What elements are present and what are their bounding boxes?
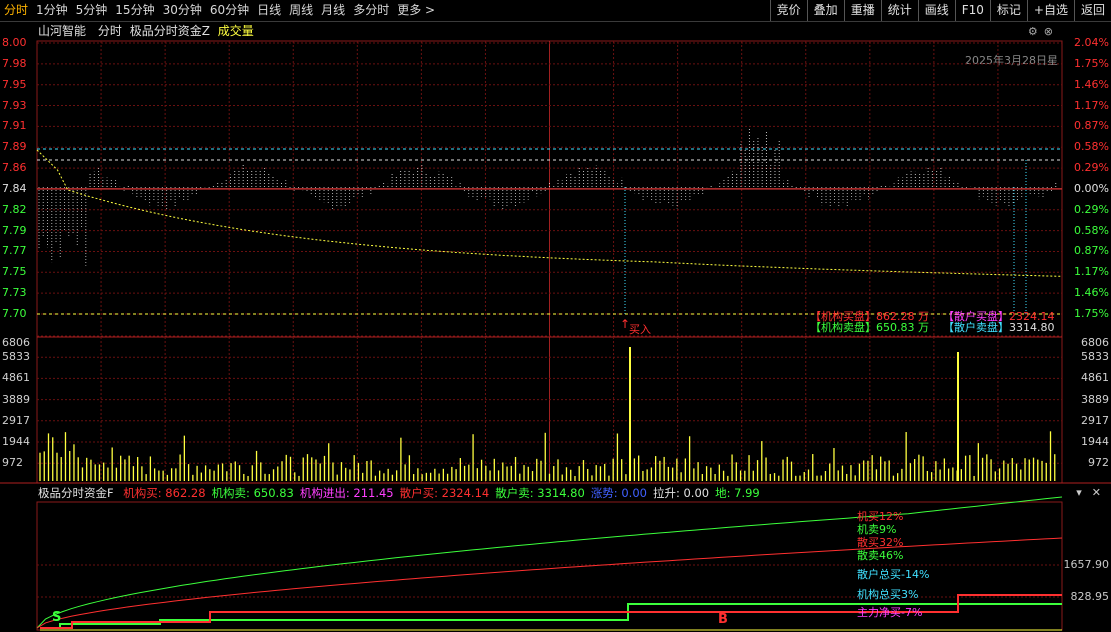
buy-marker-label: 买入	[629, 323, 651, 336]
percent-tick: 0.58%	[1074, 223, 1109, 237]
percent-tick: 0.58%	[1074, 140, 1109, 154]
retail-sell-pct: 散卖46%	[857, 549, 904, 562]
volume-tick: 6806	[1081, 336, 1109, 349]
price-tick: 7.84	[2, 181, 27, 195]
retail-sell-summary: 【散户卖盘】3314.80	[943, 319, 1055, 335]
retail-sell-label: 【散户卖盘】	[943, 321, 1009, 334]
volume-tick: 4861	[1081, 371, 1109, 385]
indicator-title[interactable]: 极品分时资金F	[38, 486, 114, 500]
percent-tick: 0.87%	[1074, 119, 1109, 133]
indicator-value-3: 散户买: 2324.14	[399, 486, 490, 500]
percent-tick: 0.00%	[1074, 181, 1109, 195]
price-tick: 7.70	[2, 307, 27, 320]
price-tick: 7.95	[2, 77, 27, 91]
volume-tick: 3889	[2, 392, 30, 406]
volume-tick: 972	[2, 456, 23, 470]
indicator-value-2: 机构进出: 211.45	[299, 486, 394, 500]
price-tick: 7.75	[2, 265, 27, 279]
indicator-axis-label: 828.95	[1070, 590, 1110, 603]
main-net-buy: 主力净买-7%	[857, 606, 923, 619]
indicator-value-1: 机构卖: 650.83	[211, 486, 294, 500]
inst-sell-summary: 【机构卖盘】650.83 万	[810, 319, 929, 335]
price-tick: 7.79	[2, 223, 27, 237]
indicator-value-0: 机构买: 862.28	[123, 486, 206, 500]
price-tick: 7.82	[2, 202, 27, 216]
volume-tick: 6806	[2, 336, 30, 349]
percent-tick: 1.75%	[1074, 307, 1109, 320]
volume-tick: 972	[1088, 456, 1109, 470]
percent-tick: 1.17%	[1074, 265, 1109, 279]
inst-sell-label: 【机构卖盘】	[810, 321, 876, 334]
indicator-axis-label: 1657.90	[1063, 558, 1110, 571]
volume-tick: 4861	[2, 371, 30, 385]
indicator-value-6: 拉升: 0.00	[652, 486, 710, 500]
price-tick: 8.00	[2, 36, 27, 49]
sell-signal-s: S	[52, 610, 62, 625]
percent-tick: 1.46%	[1074, 77, 1109, 91]
price-tick: 7.98	[2, 56, 27, 70]
chevron-down-icon[interactable]: ▾	[1076, 486, 1082, 499]
indicator-values: 机构买: 862.28 机构卖: 650.83 机构进出: 211.45 散户买: 2…	[123, 486, 765, 500]
price-tick: 7.93	[2, 98, 27, 112]
retail-sell-value: 3314.80	[1009, 321, 1055, 334]
inst-sell-value: 650.83 万	[876, 321, 929, 334]
percent-tick: 0.29%	[1074, 161, 1109, 175]
price-tick: 7.77	[2, 244, 27, 258]
price-tick: 7.86	[2, 161, 27, 175]
indicator-value-4: 散户卖: 3314.80	[495, 486, 585, 500]
indicator-controls: ▾ ✕	[1076, 486, 1101, 499]
price-tick: 7.73	[2, 286, 27, 300]
volume-tick: 5833	[2, 350, 30, 364]
buy-signal-b: B	[718, 612, 728, 627]
volume-bars	[39, 347, 1056, 481]
volume-tick: 1944	[2, 435, 30, 448]
percent-tick: 0.87%	[1074, 244, 1109, 258]
percent-tick: 1.75%	[1074, 56, 1109, 70]
volume-tick: 1944	[1081, 435, 1109, 448]
percent-tick: 1.17%	[1074, 98, 1109, 112]
indicator-value-5: 涨势: 0.00	[590, 486, 647, 500]
close-icon[interactable]: ✕	[1092, 486, 1101, 499]
volume-tick: 3889	[1081, 392, 1109, 406]
percent-tick: 0.29%	[1074, 202, 1109, 216]
percent-tick: 1.46%	[1074, 286, 1109, 300]
fund-flow-bars	[38, 128, 1057, 314]
indicator-header: 极品分时资金F 机构买: 862.28 机构卖: 650.83 机构进出: 211.…	[38, 485, 772, 501]
volume-tick: 5833	[1081, 350, 1109, 364]
retail-total-buy: 散户总买-14%	[857, 568, 930, 581]
price-tick: 7.89	[2, 140, 27, 154]
indicator-value-7: 地: 7.99	[715, 486, 760, 500]
inst-total-buy: 机构总买3%	[857, 588, 919, 601]
volume-tick: 2917	[1081, 413, 1109, 427]
price-tick: 7.91	[2, 119, 27, 133]
percent-tick: 2.04%	[1074, 36, 1109, 49]
volume-tick: 2917	[2, 413, 30, 427]
